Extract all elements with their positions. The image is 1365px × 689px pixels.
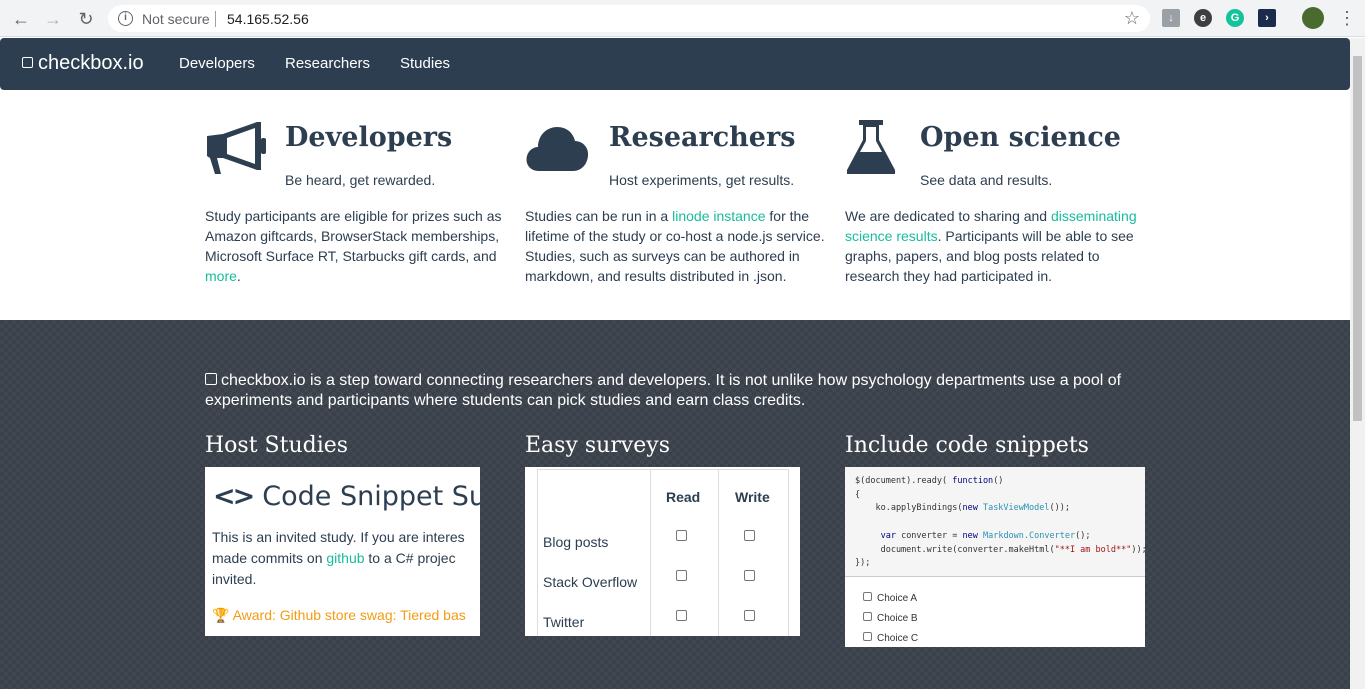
nav-studies[interactable]: Studies xyxy=(400,55,450,72)
page-scrollbar[interactable] xyxy=(1350,38,1365,689)
row-label-twitter: Twitter xyxy=(543,614,585,630)
terminal-extension-icon[interactable]: › xyxy=(1258,9,1276,27)
host-studies-heading: Host Studies xyxy=(205,433,349,458)
bookmark-star-icon[interactable]: ☆ xyxy=(1124,8,1140,29)
feature-description: We are dedicated to sharing and dissemin… xyxy=(845,208,1137,284)
row-label-stack-overflow: Stack Overflow xyxy=(543,574,638,590)
linode-link[interactable]: linode instance xyxy=(672,208,765,224)
feature-tagline: See data and results. xyxy=(920,172,1053,188)
checkbox-twitter-read[interactable] xyxy=(676,610,687,621)
choice-checkbox[interactable] xyxy=(863,612,872,621)
checkbox-twitter-write[interactable] xyxy=(744,610,755,621)
github-link[interactable]: github xyxy=(326,550,364,566)
code-snippets-heading: Include code snippets xyxy=(845,433,1089,458)
column-divider xyxy=(718,470,719,636)
showcase-section: checkbox.io is a step toward connecting … xyxy=(0,320,1350,689)
address-bar[interactable]: i Not secure 54.165.52.56 ☆ xyxy=(108,5,1150,32)
grammarly-icon[interactable]: G xyxy=(1226,9,1244,27)
brand-name: checkbox.io xyxy=(38,52,144,74)
browser-toolbar: ← → ↻ i Not secure 54.165.52.56 ☆ ↓ e G … xyxy=(0,0,1365,37)
survey-table: Read Write Blog posts Stack Overflow Twi… xyxy=(537,469,789,636)
extension-icon[interactable]: e xyxy=(1194,9,1212,27)
choice-c[interactable]: Choice C xyxy=(863,632,918,644)
brand-logo[interactable]: checkbox.io xyxy=(22,52,144,75)
study-description: This is an invited study. If you are int… xyxy=(212,529,465,587)
code-snippet-panel: $(document).ready( function() { ko.apply… xyxy=(845,467,1145,647)
easy-surveys-heading: Easy surveys xyxy=(525,433,671,458)
code-text: $(document).ready( function() { ko.apply… xyxy=(855,476,1145,569)
checkbox-blog-read[interactable] xyxy=(676,530,687,541)
feature-title: Researchers xyxy=(609,122,796,153)
site-navbar: checkbox.io Developers Researchers Studi… xyxy=(0,38,1350,90)
cloud-icon xyxy=(526,127,589,171)
feature-tagline: Host experiments, get results. xyxy=(609,172,795,188)
scrollbar-thumb[interactable] xyxy=(1353,56,1362,421)
code-block: $(document).ready( function() { ko.apply… xyxy=(845,467,1145,577)
study-title: <> Code Snippet Su xyxy=(213,481,480,512)
survey-preview-panel: Read Write Blog posts Stack Overflow Twi… xyxy=(525,467,800,636)
profile-avatar[interactable] xyxy=(1302,7,1324,29)
checkbox-stackoverflow-read[interactable] xyxy=(676,570,687,581)
omnibox-divider xyxy=(215,11,216,27)
code-icon: <> xyxy=(213,481,255,512)
study-preview-panel: <> Code Snippet Su This is an invited stu… xyxy=(205,467,480,636)
megaphone-icon xyxy=(207,122,266,174)
info-icon[interactable]: i xyxy=(118,11,133,26)
choice-b[interactable]: Choice B xyxy=(863,612,918,624)
back-icon[interactable]: ← xyxy=(10,8,32,30)
download-extension-icon[interactable]: ↓ xyxy=(1162,9,1180,27)
checkbox-icon xyxy=(22,57,33,68)
column-divider xyxy=(650,470,651,636)
flask-icon xyxy=(847,120,895,174)
award-text: 🏆 Award: Github store swag: Tiered bas xyxy=(212,607,466,623)
choice-a[interactable]: Choice A xyxy=(863,592,917,604)
intro-text: checkbox.io is a step toward connecting … xyxy=(205,372,1122,409)
trophy-icon: 🏆 xyxy=(212,607,230,623)
column-header-write: Write xyxy=(735,489,770,505)
choice-checkbox[interactable] xyxy=(863,632,872,641)
row-label-blog-posts: Blog posts xyxy=(543,534,609,550)
feature-tagline: Be heard, get rewarded. xyxy=(285,172,436,188)
checkbox-stackoverflow-write[interactable] xyxy=(744,570,755,581)
feature-title: Open science xyxy=(920,122,1121,153)
more-link[interactable]: more xyxy=(205,268,237,284)
checkbox-blog-write[interactable] xyxy=(744,530,755,541)
feature-description: Studies can be run in a linode instance … xyxy=(525,208,825,284)
reload-icon[interactable]: ↻ xyxy=(75,8,97,30)
url-text[interactable]: 54.165.52.56 xyxy=(227,11,309,27)
nav-developers[interactable]: Developers xyxy=(179,55,255,72)
security-label: Not secure xyxy=(142,11,210,27)
feature-description: Study participants are eligible for priz… xyxy=(205,208,502,284)
forward-icon[interactable]: → xyxy=(42,8,64,30)
checkbox-icon xyxy=(205,373,217,385)
choice-checkbox[interactable] xyxy=(863,592,872,601)
column-header-read: Read xyxy=(666,489,701,505)
browser-menu-icon[interactable]: ⋮ xyxy=(1338,8,1356,29)
nav-researchers[interactable]: Researchers xyxy=(285,55,370,72)
feature-title: Developers xyxy=(285,122,453,153)
